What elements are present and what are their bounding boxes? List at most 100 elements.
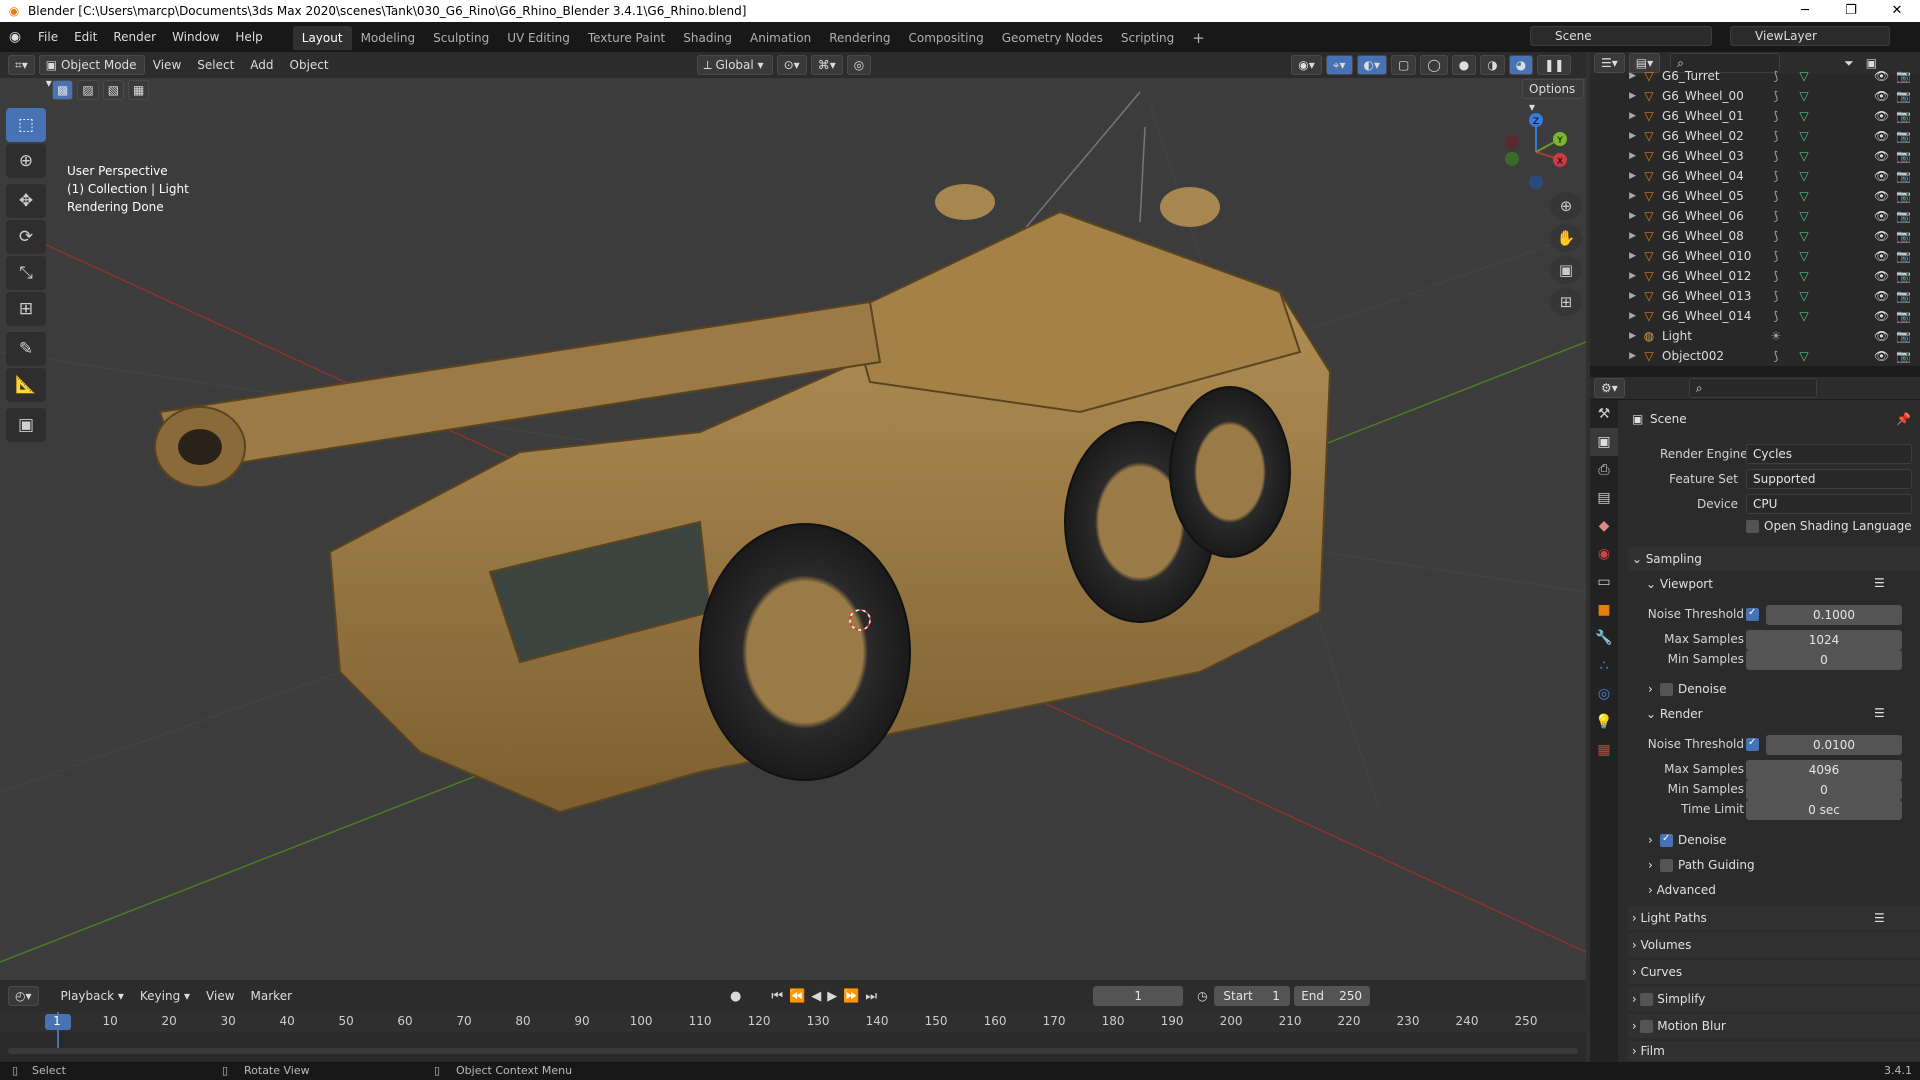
expand-arrow-icon[interactable]: ▶ (1590, 171, 1636, 181)
tab-geometry-nodes[interactable]: Geometry Nodes (993, 26, 1112, 50)
navigation-gizmo[interactable]: Z X Y (1505, 113, 1567, 189)
eye-icon[interactable]: 👁 (1874, 149, 1889, 163)
expand-arrow-icon[interactable]: ▶ (1590, 291, 1636, 301)
pivot-icon[interactable]: ⊙▾ (776, 55, 807, 75)
tab-texture-paint[interactable]: Texture Paint (579, 26, 674, 50)
overlay-toggle-icon[interactable]: ◐▾ (1356, 55, 1387, 75)
move-tool-icon[interactable]: ✥ (6, 184, 46, 218)
outliner[interactable]: ▶ ▽ G6_Turret ⟆ ▽ 👁 📷 ▶ ▽ G6_Wheel_00 ⟆ ▽ 👁 📷 ▶ ▽ G6_Whe… (1590, 69, 1920, 366)
outliner-row[interactable]: ▶ ◍ Light ☀ 👁 📷 (1590, 326, 1920, 346)
eye-icon[interactable]: 👁 (1874, 209, 1889, 223)
menu-file[interactable]: File (30, 22, 66, 52)
scale-tool-icon[interactable]: ⤡ (6, 256, 46, 290)
scene-selector[interactable]: Scene (1530, 26, 1712, 46)
sampling-panel-header[interactable]: ⌄ Sampling (1628, 547, 1920, 571)
mode-selector[interactable]: ▣ Object Mode ▾ (38, 55, 145, 90)
data-tab-icon[interactable]: 💡 (1590, 708, 1618, 736)
properties-search-input[interactable]: ⌕ (1688, 378, 1817, 398)
path-guiding-checkbox[interactable] (1660, 859, 1673, 872)
viewport-denoise-checkbox[interactable] (1660, 683, 1673, 696)
properties-editor-icon[interactable]: ⚙▾ (1594, 378, 1625, 398)
start-frame-field[interactable]: Start 1 (1213, 986, 1290, 1006)
outliner-row[interactable]: ▶ ▽ G6_Wheel_06 ⟆ ▽ 👁 📷 (1590, 206, 1920, 226)
render-camera-icon[interactable]: 📷 (1896, 309, 1911, 323)
render-camera-icon[interactable]: 📷 (1896, 269, 1911, 283)
options-button[interactable]: Options ▾ (1522, 79, 1584, 114)
menu-object[interactable]: Object (282, 58, 337, 72)
outliner-row[interactable]: ▶ ▽ G6_Wheel_04 ⟆ ▽ 👁 📷 (1590, 166, 1920, 186)
shading-solid-icon[interactable]: ● (1451, 55, 1477, 75)
render-camera-icon[interactable]: 📷 (1896, 149, 1911, 163)
tab-rendering[interactable]: Rendering (820, 26, 899, 50)
select-box-tool-icon[interactable]: ⬚ (6, 108, 46, 142)
viewport-max-field[interactable]: 1024 (1746, 630, 1902, 650)
render-camera-icon[interactable]: 📷 (1896, 129, 1911, 143)
snap-icon[interactable]: ⌘▾ (810, 55, 843, 75)
eye-icon[interactable]: 👁 (1874, 89, 1889, 103)
osl-checkbox[interactable] (1746, 520, 1759, 533)
outliner-row[interactable]: ▶ ▽ G6_Wheel_02 ⟆ ▽ 👁 📷 (1590, 126, 1920, 146)
shading-rendered-icon[interactable]: ◕ (1508, 55, 1534, 75)
tab-compositing[interactable]: Compositing (899, 26, 992, 50)
outliner-row[interactable]: ▶ ▽ Object002 ⟆ ▽ 👁 📷 (1590, 346, 1920, 366)
viewport-min-field[interactable]: 0 (1746, 650, 1902, 670)
physics-tab-icon[interactable]: ◎ (1590, 680, 1618, 708)
expand-arrow-icon[interactable]: ▶ (1590, 251, 1636, 261)
outliner-row[interactable]: ▶ ▽ G6_Wheel_05 ⟆ ▽ 👁 📷 (1590, 186, 1920, 206)
restore-button[interactable]: ❐ (1828, 0, 1874, 22)
outliner-row[interactable]: ▶ ▽ G6_Wheel_08 ⟆ ▽ 👁 📷 (1590, 226, 1920, 246)
shading-wireframe-icon[interactable]: ◯ (1420, 55, 1448, 75)
eye-icon[interactable]: 👁 (1874, 249, 1889, 263)
expand-arrow-icon[interactable]: ▶ (1590, 331, 1636, 341)
eye-icon[interactable]: 👁 (1874, 229, 1889, 243)
select-subtract-icon[interactable]: ▧ (102, 80, 125, 100)
close-button[interactable]: ✕ (1874, 0, 1920, 22)
menu-add[interactable]: Add (242, 58, 281, 72)
eye-icon[interactable]: 👁 (1874, 289, 1889, 303)
render-max-field[interactable]: 4096 (1746, 760, 1902, 780)
viewlayer-selector[interactable]: ViewLayer (1730, 26, 1890, 46)
gizmo-toggle-icon[interactable]: ⌖▾ (1325, 55, 1353, 75)
record-icon[interactable]: ● (730, 989, 741, 1004)
output-tab-icon[interactable]: ⎙ (1590, 456, 1618, 484)
eye-icon[interactable]: 👁 (1874, 349, 1889, 363)
tab-shading[interactable]: Shading (674, 26, 741, 50)
outliner-row[interactable]: ▶ ▽ G6_Wheel_014 ⟆ ▽ 👁 📷 (1590, 306, 1920, 326)
select-extend-icon[interactable]: ▨ (77, 80, 99, 100)
menu-marker[interactable]: Marker (243, 989, 300, 1003)
render-presets-icon[interactable]: ☰ (1874, 706, 1885, 720)
tab-sculpting[interactable]: Sculpting (424, 26, 498, 50)
timeline-editor-icon[interactable]: ◴▾ (8, 986, 39, 1006)
current-frame-field[interactable]: 1 (1093, 986, 1184, 1006)
render-noise-field[interactable]: 0.0100 (1766, 735, 1902, 755)
minimize-button[interactable]: ─ (1782, 0, 1828, 22)
tool-tab-icon[interactable]: ⚒ (1590, 400, 1618, 428)
outliner-row[interactable]: ▶ ▽ G6_Wheel_03 ⟆ ▽ 👁 📷 (1590, 146, 1920, 166)
film-panel-header[interactable]: › Film (1628, 1041, 1920, 1061)
menu-timeline-view[interactable]: View (198, 989, 242, 1003)
world-tab-icon[interactable]: ◉ (1590, 540, 1618, 568)
pan-hand-icon[interactable]: ✋ (1550, 224, 1582, 252)
expand-arrow-icon[interactable]: ▶ (1590, 131, 1636, 141)
render-camera-icon[interactable]: 📷 (1896, 209, 1911, 223)
eye-icon[interactable]: 👁 (1874, 109, 1889, 123)
path-guiding-expander[interactable]: › (1648, 858, 1653, 872)
render-camera-icon[interactable]: 📷 (1896, 89, 1911, 103)
motion-blur-checkbox[interactable] (1640, 1020, 1654, 1033)
menu-edit[interactable]: Edit (66, 22, 105, 52)
playback-controls[interactable]: ⏮⏪◀▶⏩⏭ (771, 989, 883, 1004)
render-denoise-checkbox[interactable] (1660, 833, 1673, 847)
collection-tab-icon[interactable]: ▭ (1590, 568, 1618, 596)
end-frame-field[interactable]: End 250 (1293, 986, 1370, 1006)
orientation-selector[interactable]: ⟂ Global ▾ (696, 55, 773, 75)
expand-arrow-icon[interactable]: ▶ (1590, 211, 1636, 221)
render-camera-icon[interactable]: 📷 (1896, 349, 1911, 363)
proportional-edit-icon[interactable]: ◎ (846, 55, 872, 75)
render-camera-icon[interactable]: 📷 (1896, 109, 1911, 123)
render-engine-dropdown[interactable]: Cycles (1746, 444, 1912, 464)
modifiers-tab-icon[interactable]: 🔧 (1590, 624, 1618, 652)
render-min-field[interactable]: 0 (1746, 780, 1902, 800)
device-dropdown[interactable]: CPU (1746, 494, 1912, 514)
expand-arrow-icon[interactable]: ▶ (1590, 91, 1636, 101)
viewport-denoise-expander[interactable]: › (1648, 682, 1653, 696)
